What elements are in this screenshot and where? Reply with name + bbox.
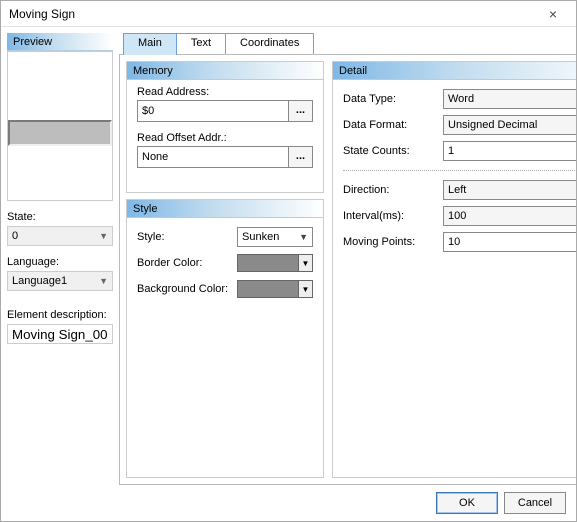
element-description-input[interactable]: [7, 324, 113, 344]
state-label: State:: [7, 211, 113, 223]
tab-main[interactable]: Main: [123, 33, 177, 55]
direction-select[interactable]: Left ▼: [443, 180, 576, 200]
element-description-label: Element description:: [7, 309, 113, 321]
state-select[interactable]: 0 ▼: [7, 226, 113, 246]
data-format-select[interactable]: Unsigned Decimal ▼: [443, 115, 576, 135]
style-label: Style:: [137, 231, 237, 243]
chevron-down-icon: ▼: [99, 231, 108, 241]
memory-group: Memory Read Address: ... Read Offset Add…: [126, 61, 324, 193]
chevron-down-icon: ▼: [299, 232, 308, 242]
interval-select[interactable]: 100 ▼: [443, 206, 576, 226]
border-color-picker[interactable]: ▼: [237, 254, 313, 272]
style-select[interactable]: Sunken ▼: [237, 227, 313, 247]
state-counts-spinner[interactable]: ▲ ▼: [443, 141, 576, 161]
preview-element: [8, 120, 112, 146]
chevron-down-icon: ▼: [299, 280, 313, 298]
state-value: 0: [12, 230, 18, 242]
panel-right-col: Detail Data Type: Word ▼ Data Format:: [332, 61, 576, 478]
data-type-select[interactable]: Word ▼: [443, 89, 576, 109]
moving-points-input[interactable]: [443, 232, 576, 252]
data-format-value: Unsigned Decimal: [448, 119, 537, 131]
moving-points-spinner[interactable]: ▲ ▼: [443, 232, 576, 252]
detail-header: Detail: [333, 62, 576, 80]
background-color-label: Background Color:: [137, 283, 237, 295]
left-panel: Preview State: 0 ▼ Language: Language1 ▼…: [7, 33, 113, 485]
state-counts-input[interactable]: [443, 141, 576, 161]
read-offset-label: Read Offset Addr.:: [137, 132, 313, 144]
cancel-button[interactable]: Cancel: [504, 492, 566, 514]
read-offset-browse-button[interactable]: ...: [289, 146, 313, 168]
interval-label: Interval(ms):: [343, 210, 443, 222]
background-color-swatch: [237, 280, 299, 298]
style-header: Style: [127, 200, 323, 218]
dialog-content: Preview State: 0 ▼ Language: Language1 ▼…: [1, 27, 576, 485]
tab-coordinates[interactable]: Coordinates: [225, 33, 314, 55]
data-type-label: Data Type:: [343, 93, 443, 105]
read-address-browse-button[interactable]: ...: [289, 100, 313, 122]
border-color-swatch: [237, 254, 299, 272]
direction-value: Left: [448, 184, 466, 196]
data-format-label: Data Format:: [343, 119, 443, 131]
button-bar: OK Cancel: [1, 485, 576, 521]
read-address-input[interactable]: [137, 100, 289, 122]
separator: [343, 170, 576, 171]
tab-panel-main: Memory Read Address: ... Read Offset Add…: [119, 54, 576, 485]
tab-text[interactable]: Text: [176, 33, 226, 55]
close-icon[interactable]: ×: [538, 6, 568, 22]
moving-sign-dialog: Moving Sign × Preview State: 0 ▼ Languag…: [0, 0, 577, 522]
detail-group: Detail Data Type: Word ▼ Data Format:: [332, 61, 576, 478]
panel-left-col: Memory Read Address: ... Read Offset Add…: [126, 61, 324, 478]
dialog-title: Moving Sign: [9, 7, 538, 21]
language-select[interactable]: Language1 ▼: [7, 271, 113, 291]
data-type-value: Word: [448, 93, 474, 105]
read-address-label: Read Address:: [137, 86, 313, 98]
chevron-down-icon: ▼: [99, 276, 108, 286]
right-panel: Main Text Coordinates Memory Read Addres…: [119, 33, 576, 485]
chevron-down-icon: ▼: [299, 254, 313, 272]
ok-button[interactable]: OK: [436, 492, 498, 514]
moving-points-label: Moving Points:: [343, 236, 443, 248]
border-color-label: Border Color:: [137, 257, 237, 269]
preview-header: Preview: [7, 33, 113, 51]
preview-area: [7, 51, 113, 201]
state-counts-label: State Counts:: [343, 145, 443, 157]
read-offset-input[interactable]: [137, 146, 289, 168]
style-value: Sunken: [242, 231, 279, 243]
language-label: Language:: [7, 256, 113, 268]
titlebar: Moving Sign ×: [1, 1, 576, 27]
style-group: Style Style: Sunken ▼ Border Color:: [126, 199, 324, 478]
interval-value: 100: [448, 210, 466, 222]
direction-label: Direction:: [343, 184, 443, 196]
memory-header: Memory: [127, 62, 323, 80]
tabstrip: Main Text Coordinates: [119, 33, 576, 55]
background-color-picker[interactable]: ▼: [237, 280, 313, 298]
language-value: Language1: [12, 275, 67, 287]
